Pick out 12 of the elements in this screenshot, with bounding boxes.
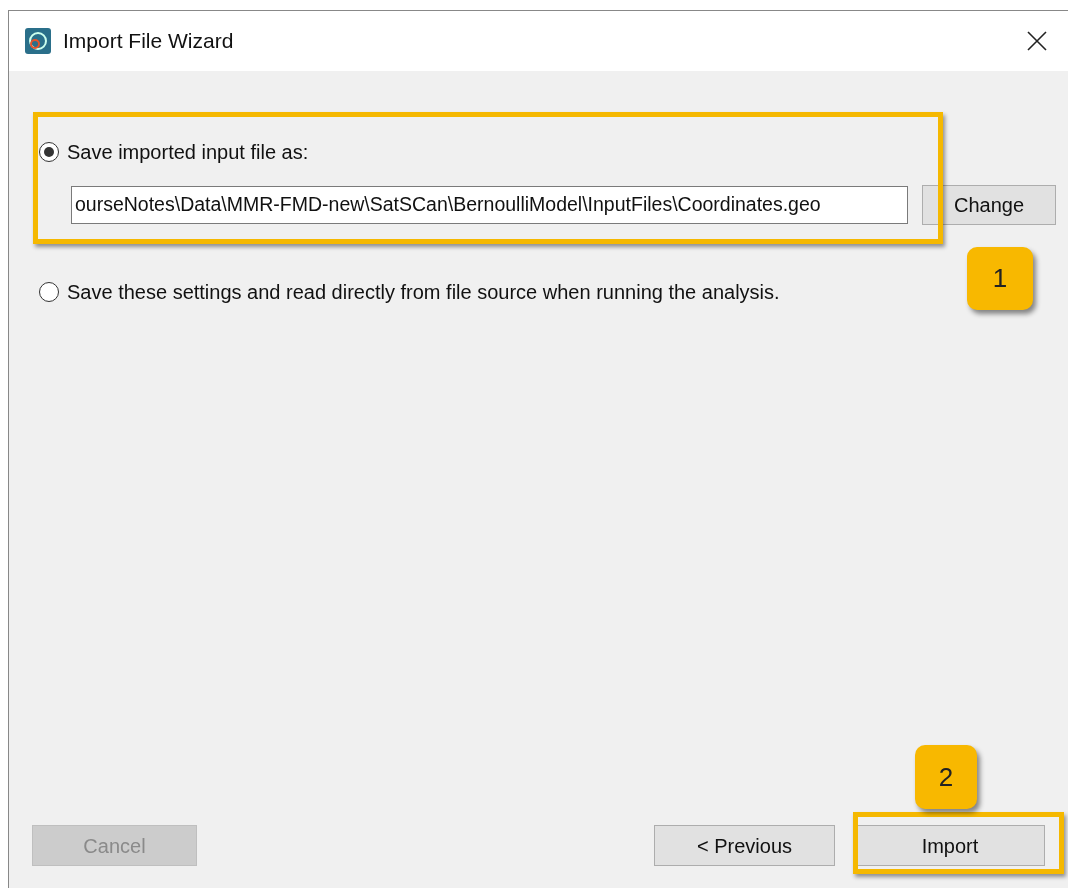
- radio-button[interactable]: [39, 142, 59, 162]
- close-icon[interactable]: [1027, 31, 1047, 51]
- file-path-field[interactable]: ourseNotes\Data\MMR-FMD-new\SatSCan\BernoulliModel\InputFiles\Coordinates.geo: [71, 186, 908, 224]
- option-label: Save imported input file as:: [67, 140, 309, 165]
- step-badge: 2: [915, 745, 977, 809]
- previous-button[interactable]: < Previous: [654, 825, 835, 866]
- app-icon: [25, 28, 51, 54]
- change-button[interactable]: Change: [922, 185, 1056, 225]
- window-title: Import File Wizard: [63, 28, 234, 55]
- step-badge: 1: [967, 247, 1033, 310]
- option-label: Save these settings and read directly from file source when running the analysis.: [67, 280, 780, 305]
- radio-button[interactable]: [39, 282, 59, 302]
